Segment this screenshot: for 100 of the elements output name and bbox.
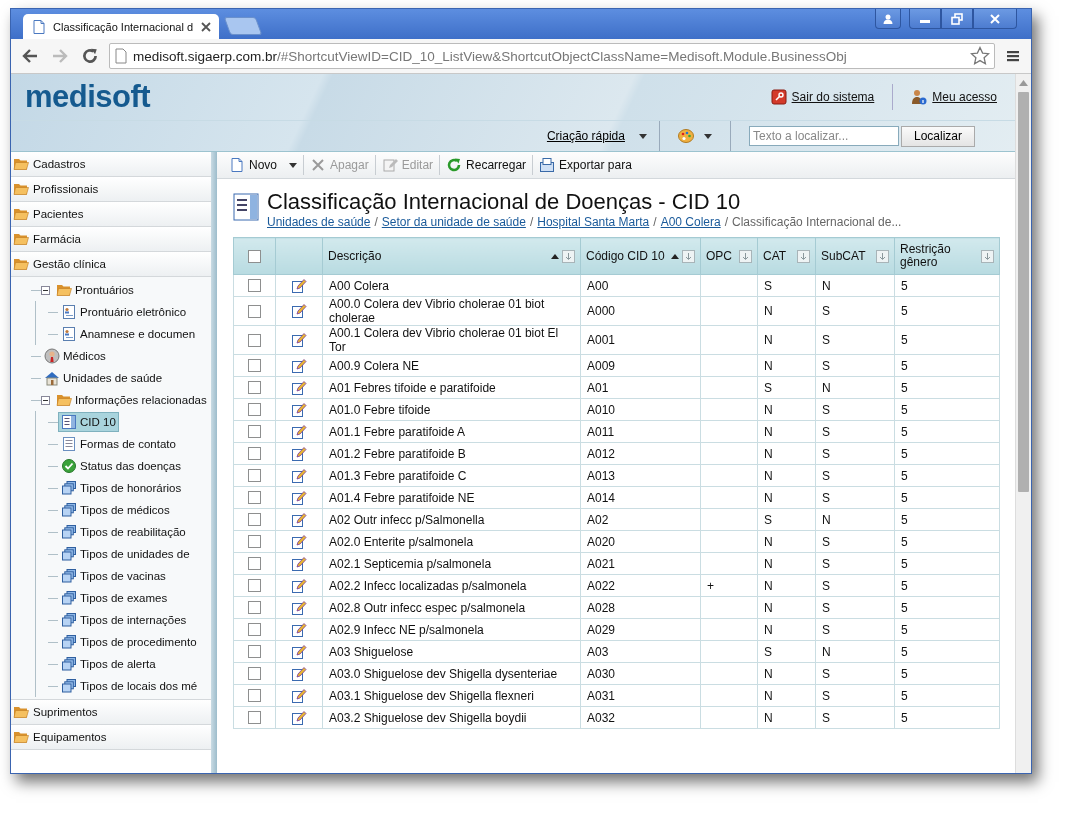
star-icon[interactable] — [970, 46, 990, 66]
breadcrumb-link[interactable]: Unidades de saúde — [267, 215, 371, 229]
row-checkbox[interactable] — [248, 711, 261, 724]
tree-item[interactable]: Médicos — [41, 346, 109, 366]
edit-icon[interactable] — [291, 533, 307, 550]
edit-icon[interactable] — [291, 577, 307, 594]
tree-item[interactable]: Tipos de honorários — [58, 478, 185, 498]
row-checkbox[interactable] — [248, 279, 261, 292]
row-checkbox[interactable] — [248, 425, 261, 438]
edit-icon[interactable] — [291, 621, 307, 638]
row-checkbox[interactable] — [248, 513, 261, 526]
row-checkbox[interactable] — [248, 403, 261, 416]
tree-item[interactable]: Prontuário eletrônico — [58, 302, 190, 322]
column-header[interactable]: OPC — [700, 237, 758, 275]
row-checkbox[interactable] — [248, 469, 261, 482]
address-bar[interactable]: medisoft.sigaerp.com.br/#ShortcutViewID=CID_10_ListView&ShortcutObjectClassName=Medisoft.Module.BusinessObj — [109, 43, 995, 69]
row-checkbox[interactable] — [248, 447, 261, 460]
column-header[interactable]: SubCAT — [815, 237, 895, 275]
close-button[interactable] — [973, 9, 1017, 29]
edit-icon[interactable] — [291, 357, 307, 374]
filter-icon[interactable] — [562, 249, 575, 263]
tree-item[interactable]: CID 10 — [58, 412, 119, 432]
row-checkbox[interactable] — [248, 359, 261, 372]
row-checkbox[interactable] — [248, 645, 261, 658]
tree-item[interactable]: Formas de contato — [58, 434, 179, 454]
filter-icon[interactable] — [876, 249, 889, 263]
row-checkbox[interactable] — [248, 333, 261, 347]
tree-item[interactable]: Tipos de vacinas — [58, 566, 169, 586]
edit-icon[interactable] — [291, 332, 307, 348]
column-header[interactable]: Restrição gênero — [894, 237, 1000, 275]
filter-icon[interactable] — [797, 249, 810, 263]
edit-icon[interactable] — [291, 489, 307, 506]
restore-button[interactable] — [941, 9, 973, 29]
column-header[interactable]: Descrição — [322, 237, 581, 275]
scroll-up-arrow-icon[interactable] — [1019, 80, 1028, 86]
row-checkbox[interactable] — [248, 579, 261, 592]
table-cell: N — [822, 278, 831, 293]
row-checkbox[interactable] — [248, 667, 261, 680]
tree-item[interactable]: Tipos de reabilitação — [58, 522, 189, 542]
tree-item[interactable]: Tipos de procedimento — [58, 632, 200, 652]
edit-icon[interactable] — [291, 555, 307, 572]
breadcrumb-link[interactable]: Setor da unidade de saúde — [381, 215, 526, 229]
tree-item[interactable]: Prontuários — [53, 280, 137, 300]
edit-icon[interactable] — [291, 687, 307, 704]
table-cell: 5 — [901, 490, 908, 505]
tree-item[interactable]: Tipos de unidades de — [58, 544, 193, 564]
breadcrumb-link[interactable]: Hospital Santa Marta — [537, 215, 650, 229]
logout-link[interactable]: Sair do sistema — [770, 89, 875, 105]
browser-tab[interactable]: Classificação Internacional d — [23, 14, 219, 39]
breadcrumb-link[interactable]: A00 Colera — [660, 215, 721, 229]
row-checkbox[interactable] — [248, 601, 261, 614]
search-button[interactable]: Localizar — [900, 125, 975, 147]
collapse-toggle[interactable] — [41, 285, 50, 295]
tree-item[interactable]: Tipos de exames — [58, 588, 171, 608]
edit-icon[interactable] — [291, 511, 307, 528]
tree-item[interactable]: Tipos de internações — [58, 610, 190, 630]
row-checkbox[interactable] — [248, 381, 261, 394]
edit-icon[interactable] — [291, 379, 307, 396]
edit-icon[interactable] — [291, 277, 307, 294]
tree-item[interactable]: Tipos de médicos — [58, 500, 173, 520]
row-checkbox[interactable] — [248, 491, 261, 504]
tree-item[interactable]: Informações relacionadas — [53, 390, 210, 410]
collapse-toggle[interactable] — [41, 395, 50, 405]
toolbar-button[interactable]: Exportar para — [533, 153, 638, 177]
edit-icon[interactable] — [291, 303, 307, 319]
row-checkbox[interactable] — [248, 557, 261, 570]
edit-icon[interactable] — [291, 423, 307, 440]
edit-icon[interactable] — [291, 401, 307, 418]
scrollbar[interactable] — [1015, 74, 1031, 773]
tree-item[interactable]: Unidades de saúde — [41, 368, 166, 388]
profile-button[interactable] — [875, 9, 901, 29]
filter-icon[interactable] — [682, 249, 695, 263]
row-checkbox[interactable] — [248, 689, 261, 702]
row-checkbox[interactable] — [248, 535, 261, 548]
select-all-checkbox[interactable] — [248, 249, 261, 263]
filter-icon[interactable] — [981, 249, 994, 263]
tree-item[interactable]: Tipos de alerta — [58, 654, 159, 674]
edit-icon[interactable] — [291, 445, 307, 462]
edit-icon[interactable] — [291, 467, 307, 484]
search-field[interactable]: Texto a localizar... — [748, 126, 899, 146]
toolbar-button[interactable]: Novo — [223, 153, 283, 177]
row-checkbox[interactable] — [248, 304, 261, 318]
house-icon — [44, 370, 60, 386]
quick-create-menu[interactable]: Criação rápida — [534, 129, 659, 143]
row-checkbox[interactable] — [248, 623, 261, 636]
edit-icon[interactable] — [291, 709, 307, 726]
tree-item[interactable]: Tipos de locais dos mé — [58, 676, 201, 696]
close-icon[interactable] — [201, 21, 211, 32]
account-link[interactable]: Meu acesso — [911, 89, 997, 105]
filter-icon[interactable] — [739, 249, 752, 263]
edit-icon[interactable] — [291, 643, 307, 660]
tree-item[interactable]: Anamnese e documen — [58, 324, 199, 344]
tree-item[interactable]: Status das doenças — [58, 456, 184, 476]
edit-icon[interactable] — [291, 599, 307, 616]
edit-icon[interactable] — [291, 665, 307, 682]
minimize-button[interactable] — [909, 9, 941, 29]
new-tab-button[interactable] — [223, 17, 263, 35]
column-header[interactable]: Código CID 10 — [580, 237, 701, 275]
toolbar-button[interactable]: Recarregar — [440, 153, 533, 177]
column-header[interactable]: CAT — [757, 237, 816, 275]
